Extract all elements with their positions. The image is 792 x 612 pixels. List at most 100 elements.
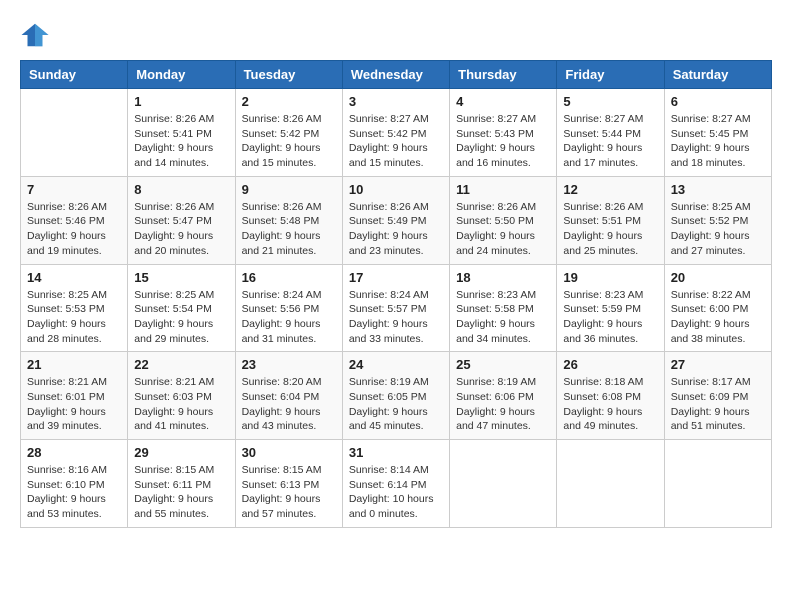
day-number: 6	[671, 94, 765, 109]
day-number: 22	[134, 357, 228, 372]
day-info: Sunrise: 8:26 AM Sunset: 5:50 PM Dayligh…	[456, 200, 550, 259]
day-number: 5	[563, 94, 657, 109]
calendar-cell: 4 Sunrise: 8:27 AM Sunset: 5:43 PM Daylig…	[450, 89, 557, 177]
day-info: Sunrise: 8:19 AM Sunset: 6:05 PM Dayligh…	[349, 375, 443, 434]
day-info: Sunrise: 8:23 AM Sunset: 5:58 PM Dayligh…	[456, 288, 550, 347]
calendar-cell: 9 Sunrise: 8:26 AM Sunset: 5:48 PM Daylig…	[235, 176, 342, 264]
day-number: 1	[134, 94, 228, 109]
logo-icon	[20, 20, 50, 50]
calendar-cell: 31 Sunrise: 8:14 AM Sunset: 6:14 PM Dayli…	[342, 440, 449, 528]
calendar-week-row: 7 Sunrise: 8:26 AM Sunset: 5:46 PM Daylig…	[21, 176, 772, 264]
day-number: 4	[456, 94, 550, 109]
day-info: Sunrise: 8:26 AM Sunset: 5:46 PM Dayligh…	[27, 200, 121, 259]
calendar-cell: 11 Sunrise: 8:26 AM Sunset: 5:50 PM Dayli…	[450, 176, 557, 264]
day-info: Sunrise: 8:27 AM Sunset: 5:45 PM Dayligh…	[671, 112, 765, 171]
calendar-cell: 3 Sunrise: 8:27 AM Sunset: 5:42 PM Daylig…	[342, 89, 449, 177]
day-number: 24	[349, 357, 443, 372]
weekday-header-wednesday: Wednesday	[342, 61, 449, 89]
day-info: Sunrise: 8:25 AM Sunset: 5:52 PM Dayligh…	[671, 200, 765, 259]
calendar-cell: 27 Sunrise: 8:17 AM Sunset: 6:09 PM Dayli…	[664, 352, 771, 440]
day-number: 17	[349, 270, 443, 285]
day-number: 27	[671, 357, 765, 372]
calendar-cell: 20 Sunrise: 8:22 AM Sunset: 6:00 PM Dayli…	[664, 264, 771, 352]
day-number: 20	[671, 270, 765, 285]
day-info: Sunrise: 8:27 AM Sunset: 5:42 PM Dayligh…	[349, 112, 443, 171]
day-info: Sunrise: 8:15 AM Sunset: 6:11 PM Dayligh…	[134, 463, 228, 522]
calendar-cell: 15Sunrise: 8:25 AM Sunset: 5:54 PM Dayli…	[128, 264, 235, 352]
day-info: Sunrise: 8:18 AM Sunset: 6:08 PM Dayligh…	[563, 375, 657, 434]
day-number: 16	[242, 270, 336, 285]
day-info: Sunrise: 8:26 AM Sunset: 5:47 PM Dayligh…	[134, 200, 228, 259]
day-info: Sunrise: 8:26 AM Sunset: 5:42 PM Dayligh…	[242, 112, 336, 171]
day-info: Sunrise: 8:26 AM Sunset: 5:49 PM Dayligh…	[349, 200, 443, 259]
calendar-cell: 7 Sunrise: 8:26 AM Sunset: 5:46 PM Daylig…	[21, 176, 128, 264]
calendar-cell: 17 Sunrise: 8:24 AM Sunset: 5:57 PM Dayli…	[342, 264, 449, 352]
calendar-cell: 5 Sunrise: 8:27 AM Sunset: 5:44 PM Daylig…	[557, 89, 664, 177]
day-info: Sunrise: 8:19 AM Sunset: 6:06 PM Dayligh…	[456, 375, 550, 434]
calendar-cell: 21 Sunrise: 8:21 AM Sunset: 6:01 PM Dayli…	[21, 352, 128, 440]
calendar-cell: 26 Sunrise: 8:18 AM Sunset: 6:08 PM Dayli…	[557, 352, 664, 440]
weekday-header-sunday: Sunday	[21, 61, 128, 89]
day-info: Sunrise: 8:20 AM Sunset: 6:04 PM Dayligh…	[242, 375, 336, 434]
calendar-cell: 18Sunrise: 8:23 AM Sunset: 5:58 PM Dayli…	[450, 264, 557, 352]
calendar-cell: 16 Sunrise: 8:24 AM Sunset: 5:56 PM Dayli…	[235, 264, 342, 352]
day-number: 9	[242, 182, 336, 197]
day-info: Sunrise: 8:14 AM Sunset: 6:14 PM Dayligh…	[349, 463, 443, 522]
calendar-cell	[21, 89, 128, 177]
calendar-week-row: 14 Sunrise: 8:25 AM Sunset: 5:53 PM Dayli…	[21, 264, 772, 352]
day-number: 30	[242, 445, 336, 460]
calendar-table: SundayMondayTuesdayWednesdayThursdayFrid…	[20, 60, 772, 528]
day-info: Sunrise: 8:26 AM Sunset: 5:51 PM Dayligh…	[563, 200, 657, 259]
calendar-cell: 10 Sunrise: 8:26 AM Sunset: 5:49 PM Dayli…	[342, 176, 449, 264]
weekday-header-friday: Friday	[557, 61, 664, 89]
calendar-cell: 12 Sunrise: 8:26 AM Sunset: 5:51 PM Dayli…	[557, 176, 664, 264]
day-number: 8	[134, 182, 228, 197]
day-info: Sunrise: 8:26 AM Sunset: 5:48 PM Dayligh…	[242, 200, 336, 259]
day-number: 2	[242, 94, 336, 109]
day-number: 31	[349, 445, 443, 460]
weekday-header-monday: Monday	[128, 61, 235, 89]
day-number: 10	[349, 182, 443, 197]
calendar-cell: 24 Sunrise: 8:19 AM Sunset: 6:05 PM Dayli…	[342, 352, 449, 440]
day-number: 26	[563, 357, 657, 372]
day-number: 14	[27, 270, 121, 285]
calendar-cell	[557, 440, 664, 528]
day-number: 13	[671, 182, 765, 197]
calendar-cell: 2 Sunrise: 8:26 AM Sunset: 5:42 PM Daylig…	[235, 89, 342, 177]
calendar-week-row: 21 Sunrise: 8:21 AM Sunset: 6:01 PM Dayli…	[21, 352, 772, 440]
day-info: Sunrise: 8:27 AM Sunset: 5:44 PM Dayligh…	[563, 112, 657, 171]
calendar-cell: 19Sunrise: 8:23 AM Sunset: 5:59 PM Dayli…	[557, 264, 664, 352]
weekday-header-saturday: Saturday	[664, 61, 771, 89]
day-info: Sunrise: 8:15 AM Sunset: 6:13 PM Dayligh…	[242, 463, 336, 522]
day-info: Sunrise: 8:16 AM Sunset: 6:10 PM Dayligh…	[27, 463, 121, 522]
day-info: Sunrise: 8:25 AM Sunset: 5:53 PM Dayligh…	[27, 288, 121, 347]
weekday-header-tuesday: Tuesday	[235, 61, 342, 89]
day-number: 11	[456, 182, 550, 197]
day-number: 21	[27, 357, 121, 372]
calendar-cell: 14 Sunrise: 8:25 AM Sunset: 5:53 PM Dayli…	[21, 264, 128, 352]
day-number: 7	[27, 182, 121, 197]
weekday-header-thursday: Thursday	[450, 61, 557, 89]
day-info: Sunrise: 8:17 AM Sunset: 6:09 PM Dayligh…	[671, 375, 765, 434]
day-info: Sunrise: 8:26 AM Sunset: 5:41 PM Dayligh…	[134, 112, 228, 171]
day-info: Sunrise: 8:22 AM Sunset: 6:00 PM Dayligh…	[671, 288, 765, 347]
calendar-header: SundayMondayTuesdayWednesdayThursdayFrid…	[21, 61, 772, 89]
calendar-cell: 8 Sunrise: 8:26 AM Sunset: 5:47 PM Daylig…	[128, 176, 235, 264]
calendar-cell: 23 Sunrise: 8:20 AM Sunset: 6:04 PM Dayli…	[235, 352, 342, 440]
day-info: Sunrise: 8:23 AM Sunset: 5:59 PM Dayligh…	[563, 288, 657, 347]
calendar-cell: 22 Sunrise: 8:21 AM Sunset: 6:03 PM Dayli…	[128, 352, 235, 440]
day-info: Sunrise: 8:24 AM Sunset: 5:56 PM Dayligh…	[242, 288, 336, 347]
day-number: 23	[242, 357, 336, 372]
day-number: 25	[456, 357, 550, 372]
calendar-cell: 13 Sunrise: 8:25 AM Sunset: 5:52 PM Dayli…	[664, 176, 771, 264]
day-number: 12	[563, 182, 657, 197]
day-info: Sunrise: 8:27 AM Sunset: 5:43 PM Dayligh…	[456, 112, 550, 171]
day-info: Sunrise: 8:24 AM Sunset: 5:57 PM Dayligh…	[349, 288, 443, 347]
day-number: 15	[134, 270, 228, 285]
calendar-cell: 25 Sunrise: 8:19 AM Sunset: 6:06 PM Dayli…	[450, 352, 557, 440]
day-info: Sunrise: 8:21 AM Sunset: 6:01 PM Dayligh…	[27, 375, 121, 434]
page-header	[20, 20, 772, 50]
day-number: 3	[349, 94, 443, 109]
day-info: Sunrise: 8:21 AM Sunset: 6:03 PM Dayligh…	[134, 375, 228, 434]
day-number: 29	[134, 445, 228, 460]
